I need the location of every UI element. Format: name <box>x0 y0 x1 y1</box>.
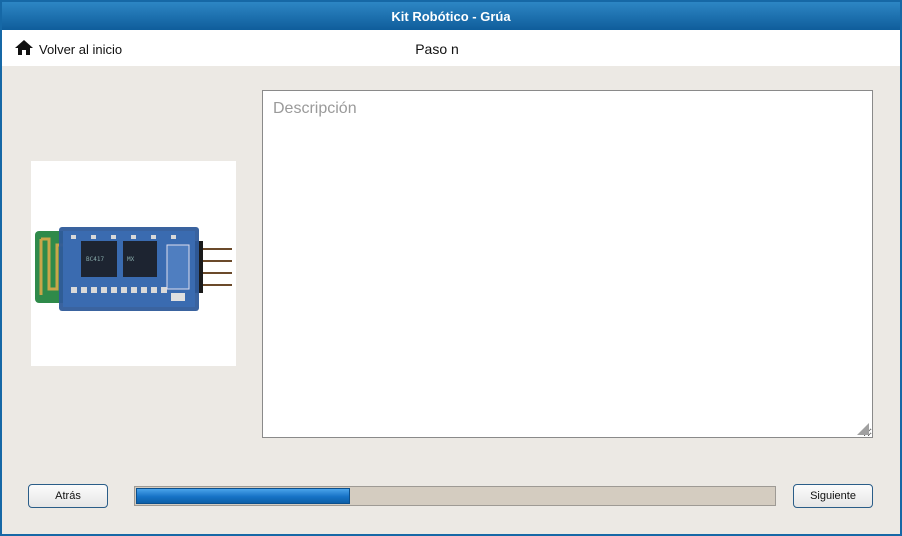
progress-bar <box>134 486 776 506</box>
step-title: Paso n <box>415 41 459 57</box>
nav-bar: Volver al inicio Paso n <box>2 30 900 66</box>
window-title: Kit Robótico - Grúa <box>2 2 900 30</box>
svg-text:MX: MX <box>127 256 135 263</box>
step-image: BC417 MX <box>31 161 236 366</box>
description-textarea[interactable] <box>262 90 873 438</box>
back-button[interactable]: Atrás <box>28 484 108 508</box>
next-button[interactable]: Siguiente <box>793 484 873 508</box>
bluetooth-module-image: BC417 MX <box>35 227 232 311</box>
svg-text:BC417: BC417 <box>86 256 104 263</box>
app-window: Kit Robótico - Grúa Volver al inicio Pas… <box>0 0 902 536</box>
progress-bar-fill <box>136 488 350 504</box>
